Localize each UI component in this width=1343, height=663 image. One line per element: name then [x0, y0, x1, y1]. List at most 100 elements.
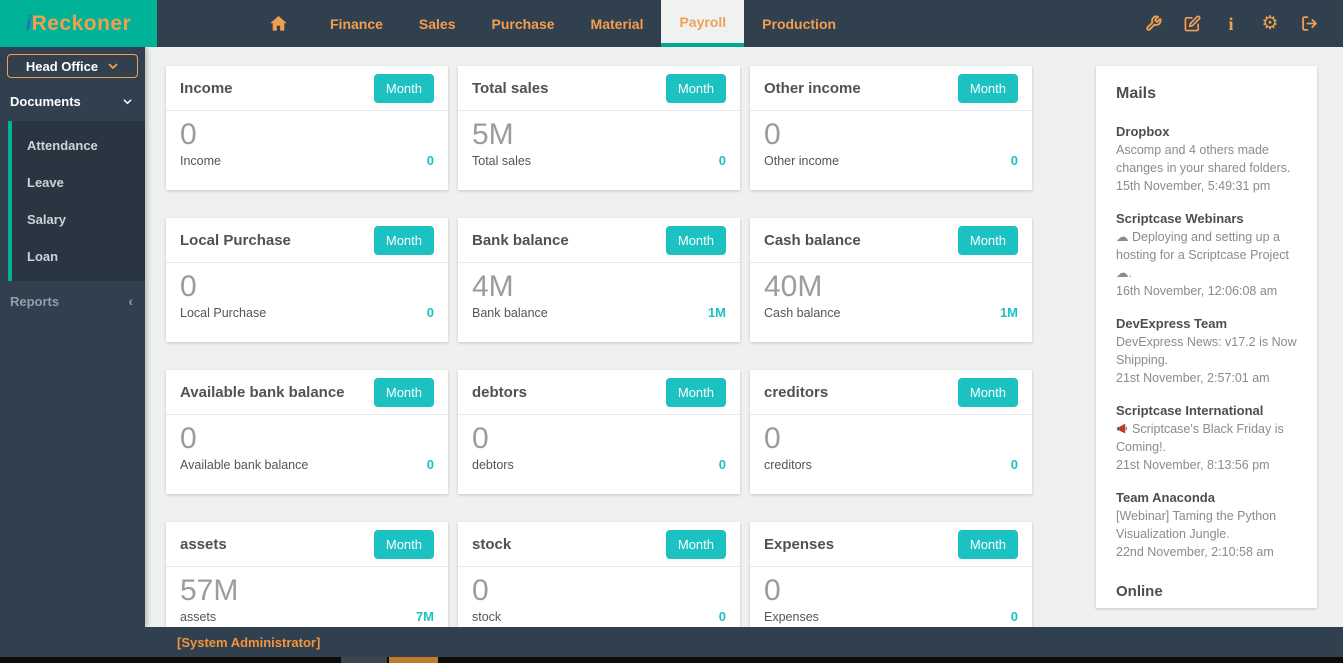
month-button[interactable]: Month: [374, 226, 434, 255]
sidebar-section-documents[interactable]: Documents: [0, 82, 145, 121]
month-button[interactable]: Month: [958, 74, 1018, 103]
metric-card-body: 40M Cash balance 1M: [750, 263, 1032, 320]
logo-text-rest: Reckoner: [32, 12, 132, 36]
month-button[interactable]: Month: [958, 378, 1018, 407]
card-value: 0: [764, 118, 1018, 152]
mail-panel: Mails Dropbox Ascomp and 4 others made c…: [1096, 66, 1317, 608]
online-heading: Online: [1116, 583, 1297, 600]
metric-card-body: 57M assets 7M: [166, 567, 448, 624]
card-title: Total sales: [472, 80, 548, 97]
main-content: Income Month 0 Income 0 Total sales Mont…: [145, 47, 1343, 627]
nav-tab-material[interactable]: Material: [573, 0, 662, 47]
mail-item[interactable]: Scriptcase Webinars ☁ Deploying and sett…: [1116, 211, 1297, 300]
metric-card: Expenses Month 0 Expenses 0: [750, 522, 1032, 627]
mail-date: 15th November, 5:49:31 pm: [1116, 177, 1297, 195]
card-value: 0: [764, 574, 1018, 608]
card-sub-value[interactable]: 0: [719, 609, 726, 624]
mail-item[interactable]: Scriptcase International Scriptcase's Bl…: [1116, 403, 1297, 474]
wrench-icon[interactable]: [1143, 14, 1163, 34]
card-label: Income: [180, 154, 221, 168]
card-sub-value[interactable]: 0: [1011, 457, 1018, 472]
edit-icon[interactable]: [1182, 14, 1202, 34]
card-sub-value[interactable]: 1M: [708, 305, 726, 320]
card-label: Total sales: [472, 154, 531, 168]
navbar-actions: i ⚙: [1143, 0, 1343, 47]
sidebar-item-leave[interactable]: Leave: [12, 164, 145, 201]
sidebar-item-salary[interactable]: Salary: [12, 201, 145, 238]
sidebar-section-label: Documents: [10, 94, 81, 109]
sidebar-section-reports[interactable]: Reports ‹: [0, 281, 145, 321]
metric-card: creditors Month 0 creditors 0: [750, 370, 1032, 494]
metric-card-body: 0 debtors 0: [458, 415, 740, 472]
nav-tab-sales[interactable]: Sales: [401, 0, 474, 47]
month-button[interactable]: Month: [666, 74, 726, 103]
card-sub-value[interactable]: 7M: [416, 609, 434, 624]
card-sub-value[interactable]: 0: [427, 153, 434, 168]
office-selector[interactable]: Head Office: [7, 54, 138, 78]
nav-home[interactable]: [245, 0, 312, 47]
metric-card-body: 0 Other income 0: [750, 111, 1032, 168]
month-button[interactable]: Month: [958, 226, 1018, 255]
gear-icon[interactable]: ⚙: [1260, 14, 1280, 34]
scrollbar-thumb[interactable]: [389, 657, 438, 663]
nav-tab-purchase[interactable]: Purchase: [474, 0, 573, 47]
metric-card: Income Month 0 Income 0: [166, 66, 448, 190]
metric-card-header: creditors Month: [750, 370, 1032, 415]
mail-body: Scriptcase's Black Friday is Coming!.: [1116, 420, 1297, 456]
card-sub-value[interactable]: 0: [719, 457, 726, 472]
card-title: Other income: [764, 80, 861, 97]
metric-card: Total sales Month 5M Total sales 0: [458, 66, 740, 190]
card-value: 0: [472, 574, 726, 608]
month-button[interactable]: Month: [374, 530, 434, 559]
scrollbar-track-segment: [341, 657, 387, 663]
mail-item[interactable]: Team Anaconda [Webinar] Taming the Pytho…: [1116, 490, 1297, 561]
card-sub-value[interactable]: 0: [1011, 609, 1018, 624]
card-label: assets: [180, 610, 216, 624]
nav-tab-production[interactable]: Production: [744, 0, 854, 47]
card-value: 40M: [764, 270, 1018, 304]
bottom-scrollbar: [0, 657, 1343, 663]
card-label: stock: [472, 610, 501, 624]
card-title: stock: [472, 536, 511, 553]
month-button[interactable]: Month: [374, 378, 434, 407]
month-button[interactable]: Month: [666, 530, 726, 559]
card-sub-value[interactable]: 1M: [1000, 305, 1018, 320]
month-button[interactable]: Month: [374, 74, 434, 103]
metric-card: Available bank balance Month 0 Available…: [166, 370, 448, 494]
mails-heading: Mails: [1116, 85, 1297, 103]
mail-item[interactable]: Dropbox Ascomp and 4 others made changes…: [1116, 124, 1297, 195]
card-value: 57M: [180, 574, 434, 608]
sign-out-icon[interactable]: [1299, 14, 1319, 34]
chevron-left-icon: ‹: [128, 293, 133, 309]
metric-card-body: 0 stock 0: [458, 567, 740, 624]
nav-tab-finance[interactable]: Finance: [312, 0, 401, 47]
card-label: creditors: [764, 458, 812, 472]
card-value: 0: [180, 422, 434, 456]
sidebar-item-loan[interactable]: Loan: [12, 238, 145, 275]
card-label: Bank balance: [472, 306, 548, 320]
card-sub-value[interactable]: 0: [427, 305, 434, 320]
month-button[interactable]: Month: [666, 226, 726, 255]
metric-card: debtors Month 0 debtors 0: [458, 370, 740, 494]
mail-date: 22nd November, 2:10:58 am: [1116, 543, 1297, 561]
metric-card-body: 0 Available bank balance 0: [166, 415, 448, 472]
card-sub-value[interactable]: 0: [427, 457, 434, 472]
nav-tab-payroll[interactable]: Payroll: [661, 0, 744, 47]
month-button[interactable]: Month: [958, 530, 1018, 559]
card-sub-value[interactable]: 0: [719, 153, 726, 168]
card-title: Bank balance: [472, 232, 569, 249]
month-button[interactable]: Month: [666, 378, 726, 407]
mail-date: 21st November, 8:13:56 pm: [1116, 456, 1297, 474]
card-value: 0: [764, 422, 1018, 456]
app-logo[interactable]: iReckoner: [0, 0, 157, 47]
info-icon[interactable]: i: [1221, 14, 1241, 34]
card-value: 0: [472, 422, 726, 456]
card-title: creditors: [764, 384, 828, 401]
card-label: Other income: [764, 154, 839, 168]
sidebar-item-attendance[interactable]: Attendance: [12, 127, 145, 164]
card-value: 0: [180, 270, 434, 304]
metric-card-header: Available bank balance Month: [166, 370, 448, 415]
mail-item[interactable]: DevExpress Team DevExpress News: v17.2 i…: [1116, 316, 1297, 387]
metric-card-header: Cash balance Month: [750, 218, 1032, 263]
card-sub-value[interactable]: 0: [1011, 153, 1018, 168]
